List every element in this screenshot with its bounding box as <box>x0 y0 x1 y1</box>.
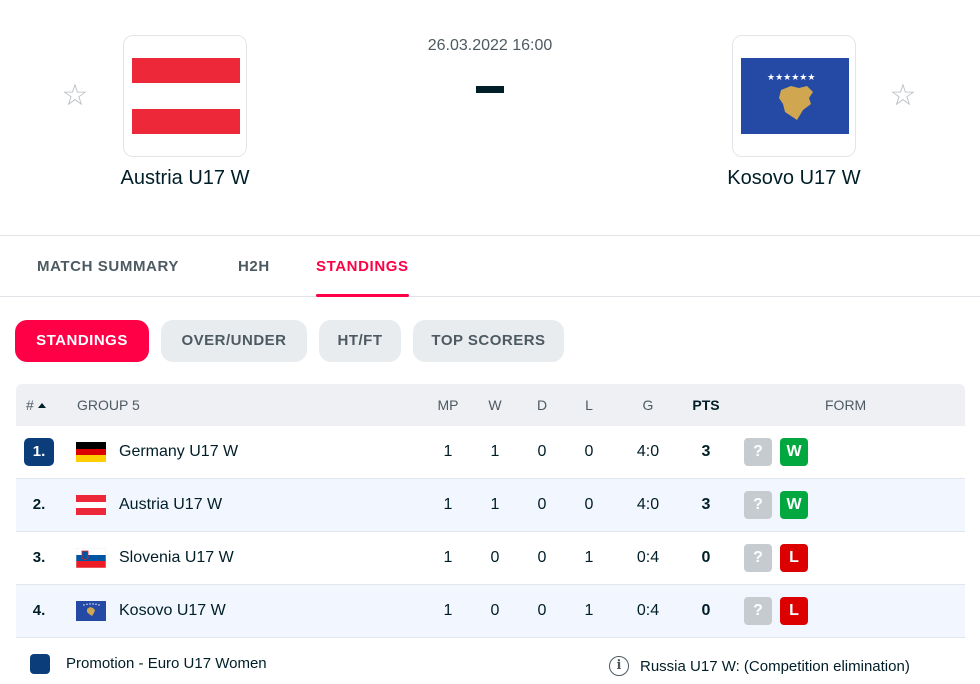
header-rank[interactable]: # <box>26 384 46 426</box>
draws: 0 <box>537 496 547 513</box>
rank-badge: 4. <box>32 602 46 619</box>
sort-up-icon <box>37 403 46 408</box>
header-pts[interactable]: PTS <box>686 384 726 426</box>
points: 0 <box>701 549 711 566</box>
losses: 1 <box>584 549 594 566</box>
kosovo-flag-icon <box>76 601 106 621</box>
draws: 0 <box>537 549 547 566</box>
header-rank-label: # <box>26 397 34 413</box>
goals: 4:0 <box>636 443 660 460</box>
subtab-ht-ft[interactable]: HT/FT <box>319 320 401 362</box>
header-mp[interactable]: MP <box>428 384 468 426</box>
form-badge-unknown[interactable]: ? <box>744 597 772 625</box>
promotion-swatch <box>30 654 50 674</box>
slovenia-flag-icon <box>76 548 106 568</box>
form-badge-unknown[interactable]: ? <box>744 491 772 519</box>
star-outline-icon[interactable]: ☆ <box>60 80 90 112</box>
subtab-top-scorers[interactable]: TOP SCORERS <box>413 320 564 362</box>
tab-h2h[interactable]: H2H <box>238 237 270 297</box>
form-badge-loss[interactable]: L <box>780 544 808 572</box>
draws: 0 <box>537 443 547 460</box>
match-header: ☆ Austria U17 W 26.03.2022 16:00 ★★★★★★ … <box>0 0 980 236</box>
goals: 0:4 <box>636 549 660 566</box>
star-outline-icon[interactable]: ☆ <box>888 80 918 112</box>
away-team-logo[interactable]: ★★★★★★ <box>732 35 856 157</box>
form-badge-loss[interactable]: L <box>780 597 808 625</box>
matches-played: 1 <box>443 602 453 619</box>
home-team-logo[interactable] <box>123 35 247 157</box>
losses: 0 <box>584 443 594 460</box>
home-team-name[interactable]: Austria U17 W <box>35 167 335 190</box>
rank-badge: 3. <box>32 549 46 566</box>
svg-text:★★★★★★: ★★★★★★ <box>767 73 815 83</box>
table-row[interactable]: 1. Germany U17 W 1 1 0 0 4:0 3 ? W <box>16 426 965 479</box>
header-g[interactable]: G <box>628 384 668 426</box>
header-w[interactable]: W <box>475 384 515 426</box>
matches-played: 1 <box>443 496 453 513</box>
info-icon: i <box>609 656 629 676</box>
table-row[interactable]: 2. Austria U17 W 1 1 0 0 4:0 3 ? W <box>16 479 965 532</box>
header-form: FORM <box>825 397 867 413</box>
main-tabs: MATCH SUMMARY H2H STANDINGS <box>0 237 980 297</box>
goals: 4:0 <box>636 496 660 513</box>
points: 3 <box>701 496 711 513</box>
team-name[interactable]: Germany U17 W <box>119 426 238 478</box>
table-row[interactable]: 4. Kosovo U17 W 1 0 0 1 0:4 0 ? L <box>16 585 965 638</box>
tab-match-summary[interactable]: MATCH SUMMARY <box>37 237 179 297</box>
losses: 0 <box>584 496 594 513</box>
header-group: GROUP 5 <box>77 397 140 413</box>
standings-table: # GROUP 5 MP W D L G PTS FORM 1. Germany… <box>16 384 965 638</box>
form-badge-unknown[interactable]: ? <box>744 438 772 466</box>
goals: 0:4 <box>636 602 660 619</box>
rank-badge: 1. <box>24 438 54 466</box>
losses: 1 <box>584 602 594 619</box>
team-name[interactable]: Austria U17 W <box>119 479 222 531</box>
germany-flag-icon <box>76 442 106 462</box>
points: 0 <box>701 602 711 619</box>
matches-played: 1 <box>443 549 453 566</box>
draws: 0 <box>537 602 547 619</box>
form-badge-win[interactable]: W <box>780 438 808 466</box>
elimination-note: Russia U17 W: (Competition elimination) <box>640 658 910 675</box>
table-row[interactable]: 3. Slovenia U17 W 1 0 0 1 0:4 0 ? L <box>16 532 965 585</box>
match-datetime: 26.03.2022 16:00 <box>427 37 553 54</box>
subtab-over-under[interactable]: OVER/UNDER <box>161 320 307 362</box>
tab-standings[interactable]: STANDINGS <box>316 237 409 297</box>
promotion-legend: Promotion - Euro U17 Women <box>66 655 267 672</box>
points: 3 <box>701 443 711 460</box>
wins: 1 <box>490 443 500 460</box>
matches-played: 1 <box>443 443 453 460</box>
austria-flag-icon <box>132 58 240 134</box>
rank-badge: 2. <box>32 496 46 513</box>
header-l[interactable]: L <box>569 384 609 426</box>
table-header: # GROUP 5 MP W D L G PTS FORM <box>16 384 965 426</box>
team-name[interactable]: Kosovo U17 W <box>119 585 226 637</box>
form-badge-win[interactable]: W <box>780 491 808 519</box>
kosovo-flag-icon: ★★★★★★ <box>741 58 849 134</box>
wins: 0 <box>490 549 500 566</box>
score-dash <box>476 86 504 93</box>
wins: 0 <box>490 602 500 619</box>
subtab-standings[interactable]: STANDINGS <box>15 320 149 362</box>
header-d[interactable]: D <box>522 384 562 426</box>
austria-flag-icon <box>76 495 106 515</box>
form-badge-unknown[interactable]: ? <box>744 544 772 572</box>
team-name[interactable]: Slovenia U17 W <box>119 532 234 584</box>
wins: 1 <box>490 496 500 513</box>
away-team-name[interactable]: Kosovo U17 W <box>644 167 944 190</box>
